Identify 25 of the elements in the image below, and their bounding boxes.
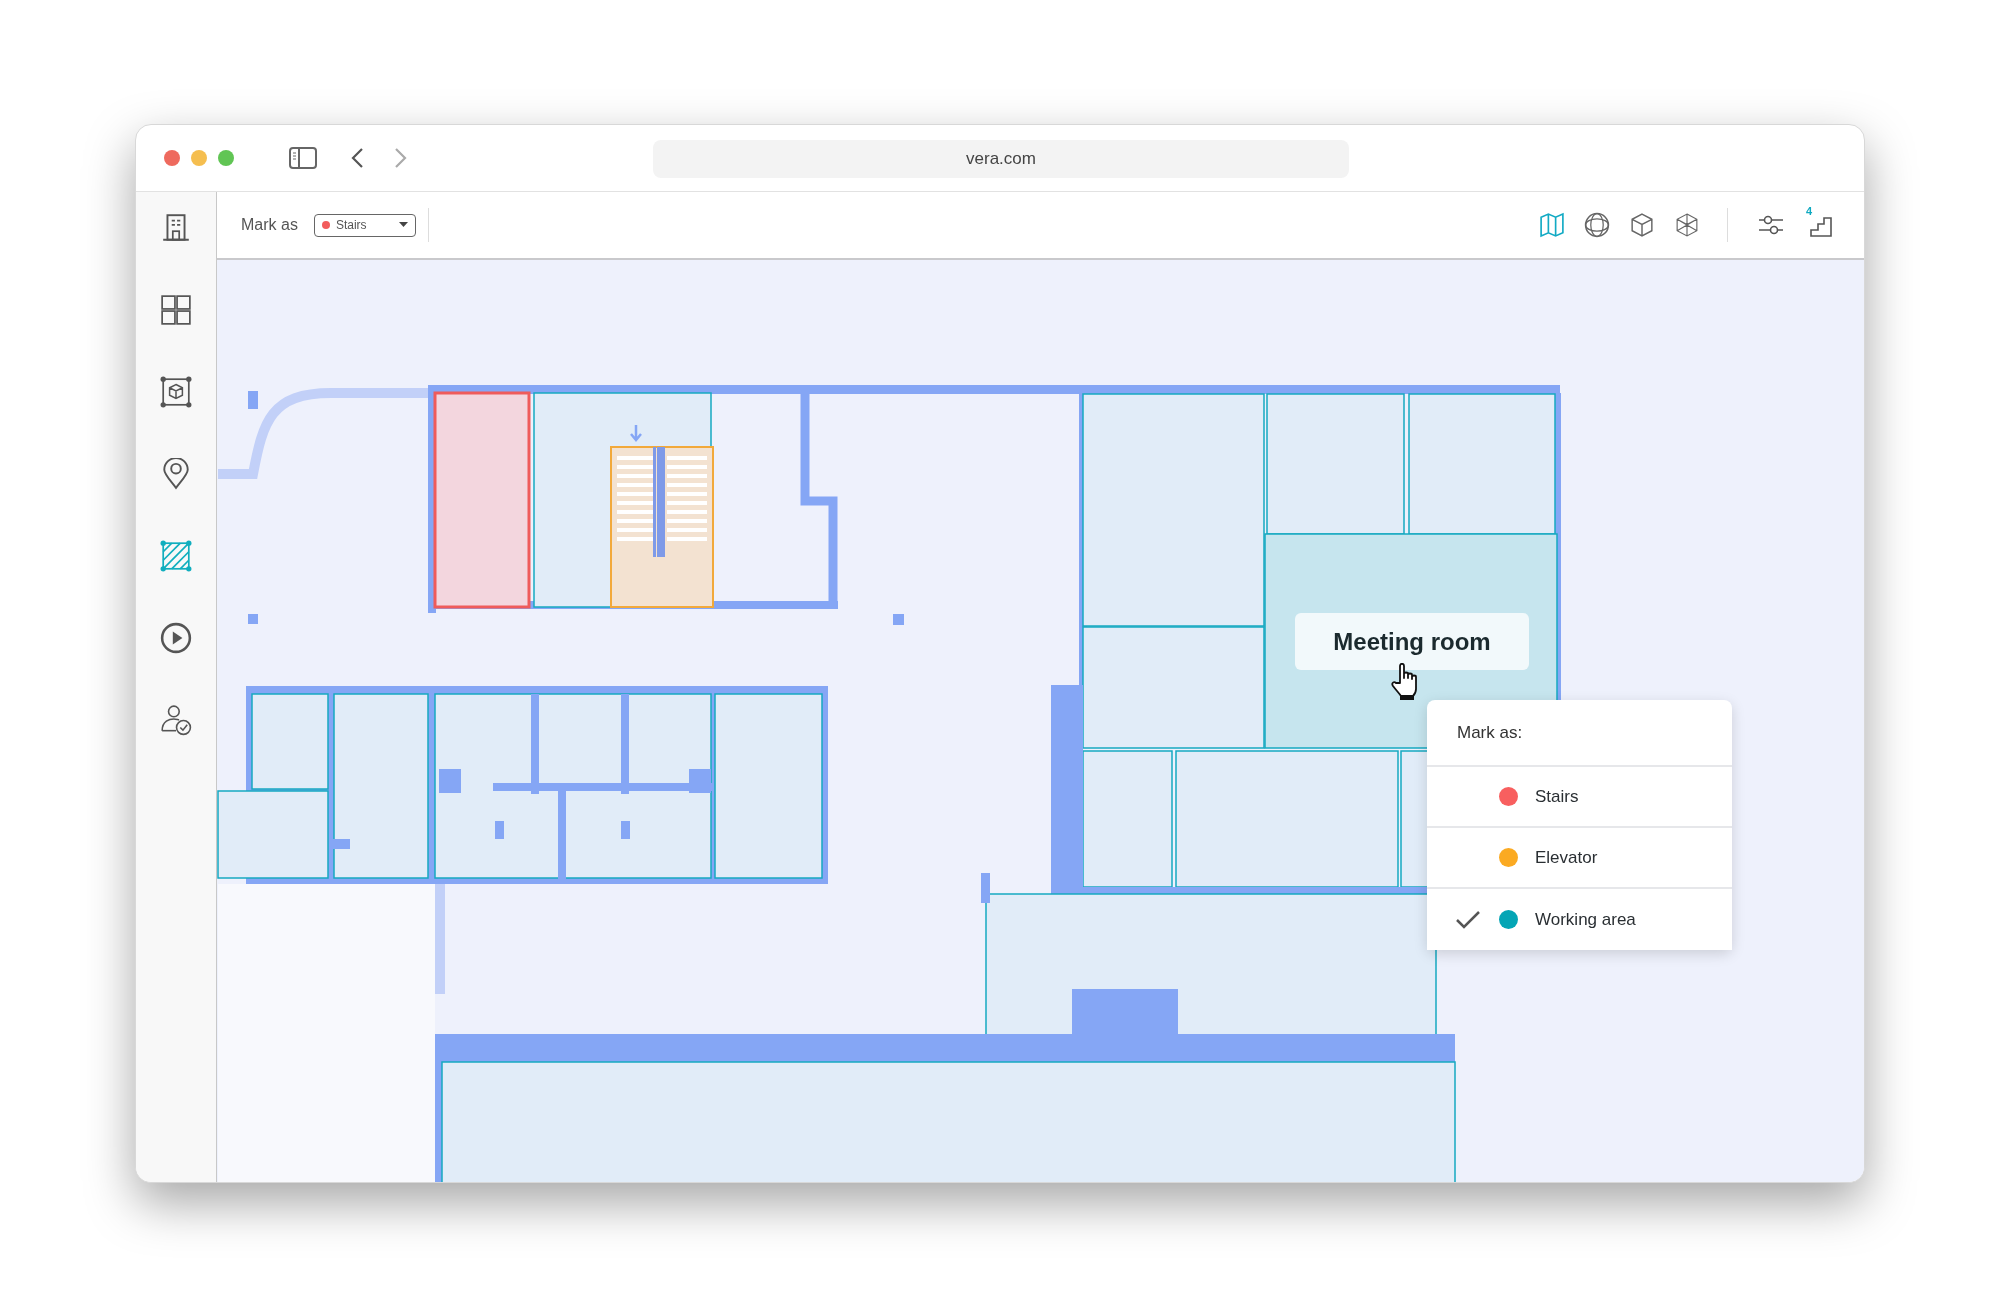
building-icon[interactable] bbox=[160, 212, 192, 244]
stairs-icon[interactable] bbox=[1810, 217, 1832, 237]
user-check-icon[interactable] bbox=[160, 704, 192, 736]
cube-icon[interactable] bbox=[1628, 211, 1656, 239]
back-icon[interactable] bbox=[350, 147, 364, 169]
globe-icon[interactable] bbox=[1583, 211, 1611, 239]
floor-number: 4 bbox=[1806, 204, 1813, 219]
menu-option[interactable]: Stairs bbox=[1427, 767, 1732, 828]
play-icon[interactable] bbox=[160, 622, 192, 654]
location-pin-icon[interactable] bbox=[160, 458, 192, 490]
map-icon[interactable] bbox=[1538, 211, 1566, 239]
address-bar[interactable]: vera.com bbox=[653, 140, 1349, 178]
menu-option[interactable]: Working area bbox=[1427, 889, 1732, 950]
checkmark-icon bbox=[1455, 909, 1481, 930]
room-name-label: Meeting room bbox=[1295, 613, 1529, 670]
close-window-button[interactable] bbox=[164, 150, 180, 166]
mark-as-dropdown[interactable]: Stairs bbox=[313, 213, 416, 237]
sidebar-toggle-icon[interactable] bbox=[289, 147, 317, 169]
cube-frame-icon[interactable] bbox=[160, 376, 192, 408]
caret-icon bbox=[398, 222, 408, 228]
menu-title: Mark as: bbox=[1457, 721, 1523, 744]
wireframe-cube-icon[interactable] bbox=[1673, 211, 1701, 239]
grid-icon[interactable] bbox=[160, 294, 192, 326]
settings-sliders-icon[interactable] bbox=[1758, 213, 1784, 237]
mark-as-label: Mark as bbox=[241, 215, 298, 235]
